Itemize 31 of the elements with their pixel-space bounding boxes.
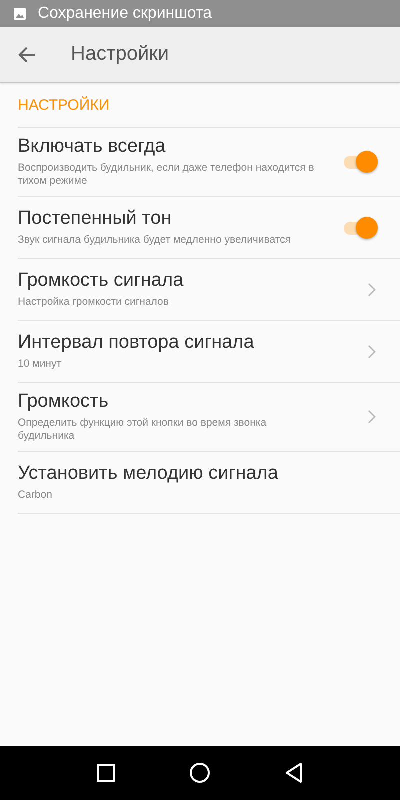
item-title: Громкость bbox=[18, 391, 110, 413]
settings-item[interactable]: Громкость Определить функцию этой кнопки во время звонка будильника bbox=[18, 383, 400, 452]
toggle-switch[interactable] bbox=[342, 216, 380, 240]
home-icon[interactable] bbox=[190, 763, 210, 783]
item-subtitle: Настройка громкости сигналов bbox=[18, 296, 170, 309]
toggle-switch[interactable] bbox=[342, 150, 380, 174]
item-subtitle: Воспроизводить будильник, если даже телефон находится в тихом режиме bbox=[18, 162, 316, 188]
settings-item[interactable]: Установить мелодию сигнала Carbon bbox=[18, 452, 400, 514]
back-icon[interactable] bbox=[284, 763, 303, 783]
settings-item[interactable]: Постепенный тон Звук сигнала будильника будет медленно увеличиватся bbox=[18, 197, 400, 259]
item-title: Громкость сигнала bbox=[18, 270, 185, 292]
back-arrow-icon[interactable] bbox=[17, 44, 37, 64]
chevron-icon bbox=[368, 410, 376, 424]
notification-text: Сохранение скриншота bbox=[38, 4, 212, 22]
toolbar-title: Настройки bbox=[71, 43, 170, 66]
settings-item[interactable]: Интервал повтора сигнала 10 минут bbox=[18, 321, 400, 383]
item-subtitle: Carbon bbox=[18, 489, 54, 502]
recents-icon[interactable] bbox=[97, 764, 116, 782]
settings-item[interactable]: Громкость сигнала Настройка громкости сигналов bbox=[18, 259, 400, 321]
image-icon bbox=[14, 8, 26, 20]
item-subtitle: Определить функцию этой кнопки во время звонка будильника bbox=[18, 417, 268, 443]
item-title: Установить мелодию сигнала bbox=[18, 463, 280, 485]
item-title: Включать всегда bbox=[18, 136, 167, 158]
item-title: Постепенный тон bbox=[18, 208, 173, 230]
section-header: НАСТРОЙКИ bbox=[18, 83, 400, 128]
chevron-icon bbox=[368, 282, 376, 296]
item-subtitle: Звук сигнала будильника будет медленно увеличиватся bbox=[18, 234, 292, 247]
item-subtitle: 10 минут bbox=[18, 358, 63, 371]
item-title: Интервал повтора сигнала bbox=[18, 332, 256, 354]
chevron-icon bbox=[368, 344, 376, 358]
settings-item[interactable]: Включать всегда Воспроизводить будильник, если даже телефон находится в тихом режиме bbox=[18, 128, 400, 197]
